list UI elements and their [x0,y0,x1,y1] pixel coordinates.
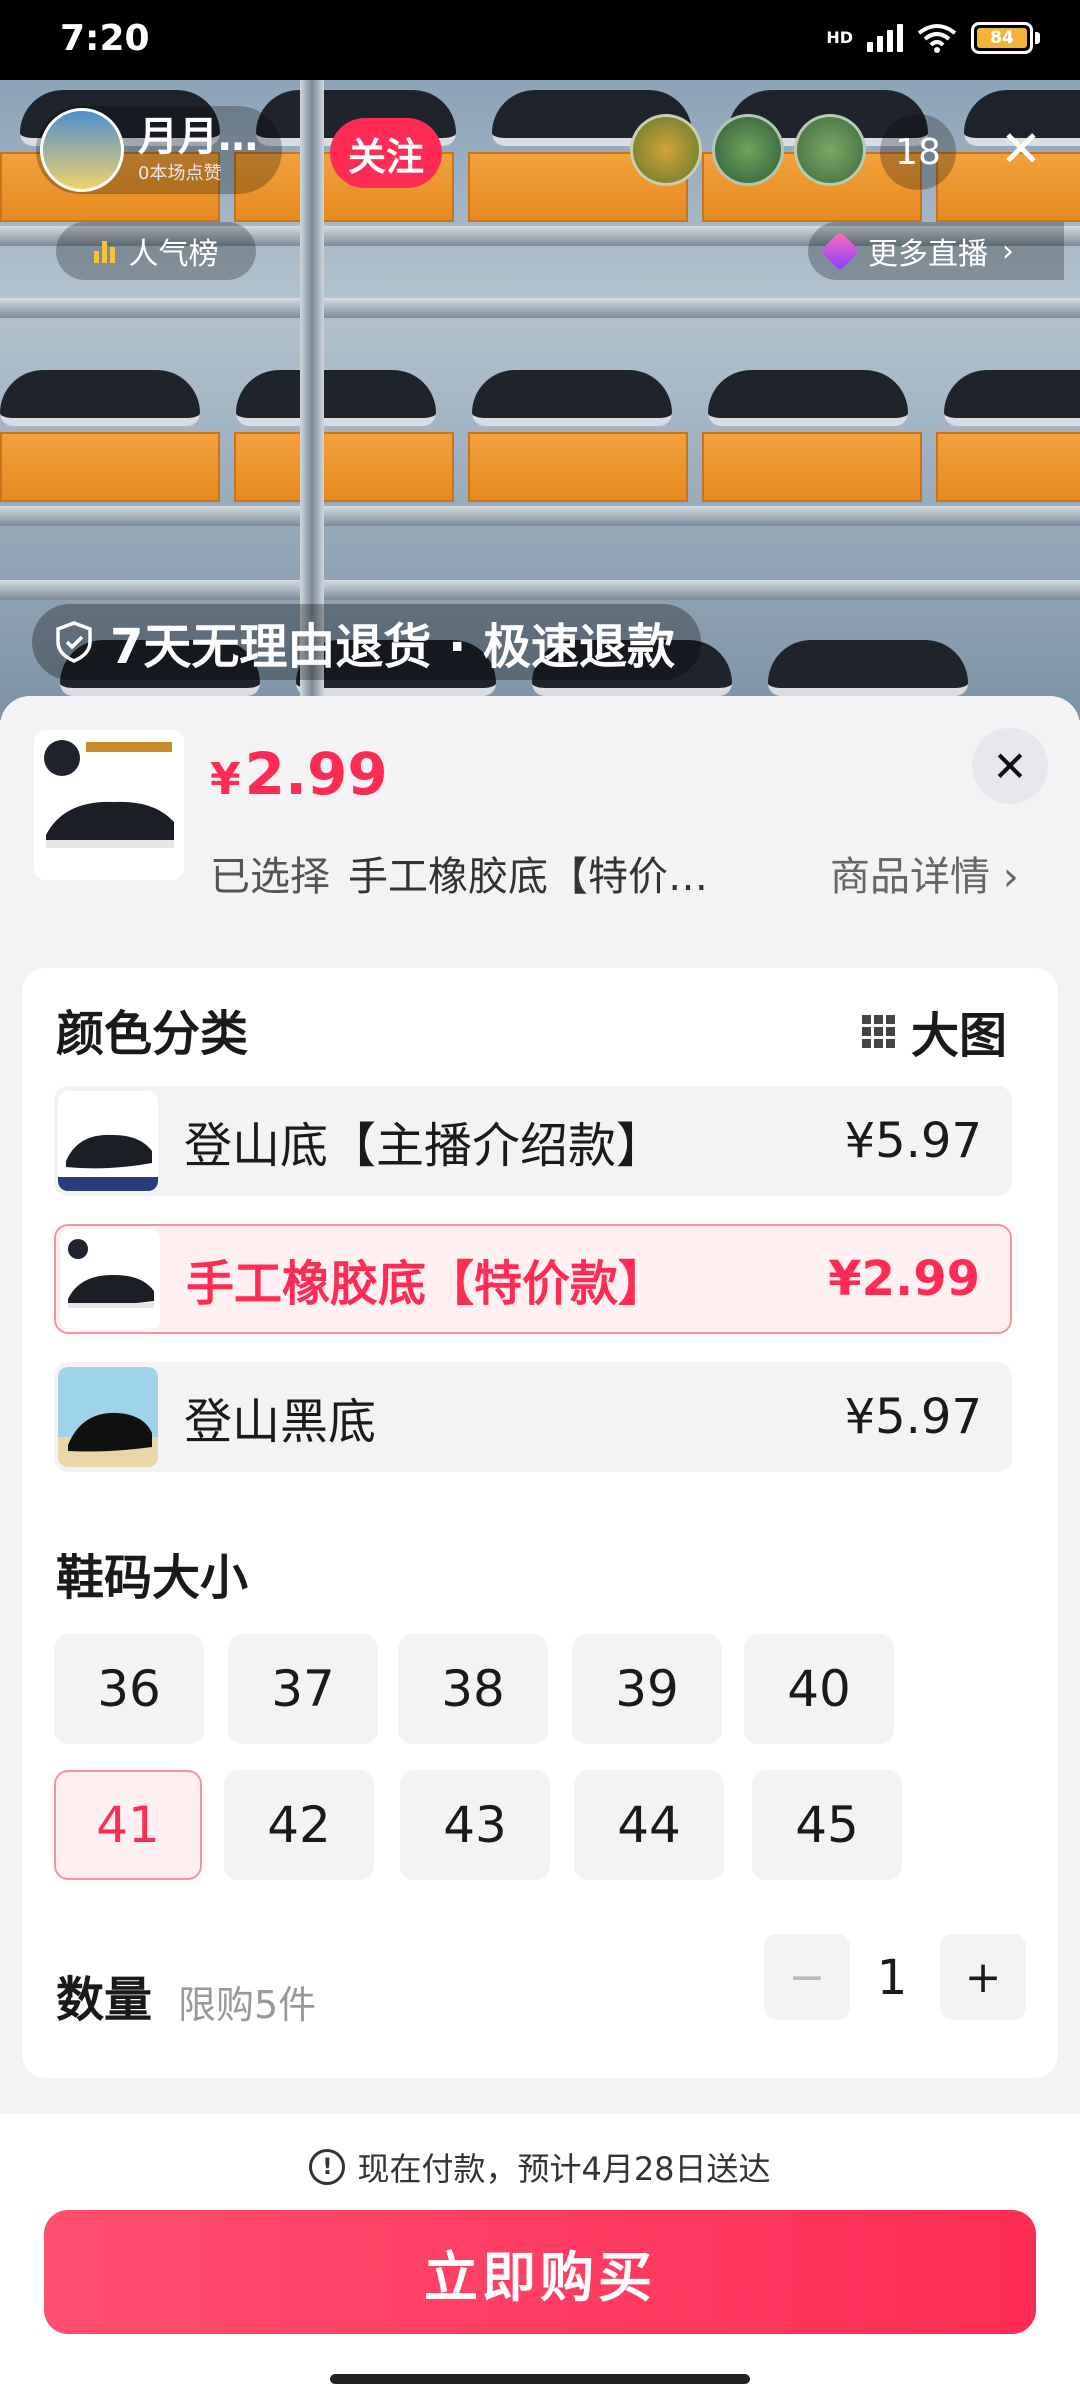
info-icon: ! [309,2149,346,2185]
quantity-decrease-button[interactable]: − [764,1934,850,2020]
option-name: 手工橡胶底【特价款】 [186,1256,667,1312]
size-section-title: 鞋码大小 [56,1550,249,1606]
option-price: ¥5.97 [844,1113,982,1169]
viewer-avatar[interactable] [630,114,702,186]
detail-label: 商品详情 [830,854,990,900]
shield-check-icon [52,619,96,665]
currency-symbol: ¥ [210,754,241,805]
quantity-value[interactable]: 1 [862,1950,922,2006]
clock: 7:20 [60,18,150,59]
big-picture-toggle[interactable]: 大图 [862,996,1007,1066]
gem-icon [820,231,860,271]
size-option-39[interactable]: 39 [572,1634,722,1744]
selected-summary: 已选择 手工橡胶底【特价… [210,844,708,902]
chart-icon [93,239,115,263]
size-option-44[interactable]: 44 [574,1770,724,1880]
grid-icon [862,1014,895,1048]
size-option-45[interactable]: 45 [752,1770,902,1880]
viewer-avatar[interactable] [712,114,784,186]
home-indicator[interactable] [330,2374,750,2384]
hd-indicator: HD [826,28,853,47]
viewer-count[interactable]: 18 [880,114,956,190]
viewer-avatar[interactable] [794,114,866,186]
status-icons: HD 84 [826,22,1040,54]
popularity-rank-button[interactable]: 人气榜 [56,222,256,280]
size-option-36[interactable]: 36 [54,1634,204,1744]
option-name: 登山底【主播介绍款】 [184,1118,665,1174]
options-card: 颜色分类 大图 登山底【主播介绍款】 ¥5.97 手工橡胶底【特价款】 ¥2.9… [22,968,1058,2078]
color-section-title: 颜色分类 [56,1006,249,1062]
color-option-selected[interactable]: 手工橡胶底【特价款】 ¥2.99 [54,1224,1012,1334]
host-likes: 0本场点赞 [138,163,222,184]
follow-button[interactable]: 关注 [330,118,442,188]
purchase-limit: 限购5件 [178,1983,317,2027]
wifi-icon [917,24,957,53]
quantity-increase-button[interactable]: + [940,1934,1026,2020]
chevron-right-icon: › [1002,233,1014,269]
option-thumbnail [58,1367,158,1467]
close-live-icon[interactable]: ✕ [990,118,1052,180]
host-info[interactable]: 月月… 0本场点赞 [36,106,282,194]
purchase-footer: ! 现在付款，预计4月28日送达 立即购买 [0,2114,1080,2400]
rank-label: 人气榜 [128,237,219,272]
buy-now-button[interactable]: 立即购买 [44,2210,1036,2334]
option-price: ¥2.99 [828,1251,980,1307]
price-value: 2.99 [244,740,388,808]
color-option[interactable]: 登山黑底 ¥5.97 [54,1362,1012,1472]
big-picture-label: 大图 [911,1008,1008,1064]
option-name: 登山黑底 [184,1394,377,1450]
selected-value: 手工橡胶底【特价… [348,854,708,900]
delivery-notice-text: 现在付款，预计4月28日送达 [357,2150,771,2188]
return-policy-text: 7天无理由退货 · 极速退款 [110,619,676,675]
signal-icon [867,24,903,52]
status-bar: 7:20 HD 84 [0,0,1080,80]
product-price: ¥2.99 [210,740,388,808]
close-sheet-button[interactable]: ✕ [972,728,1048,804]
battery-icon: 84 [971,22,1040,54]
size-option-38[interactable]: 38 [398,1634,548,1744]
quantity-label: 数量 [56,1972,153,2028]
product-detail-link[interactable]: 商品详情 › [830,844,1019,902]
product-thumbnail[interactable] [34,730,184,880]
chevron-right-icon: › [990,854,1019,900]
return-policy-banner: 7天无理由退货 · 极速退款 [32,604,702,680]
more-live-button[interactable]: 更多直播 › [808,222,1064,280]
option-thumbnail [60,1229,160,1329]
host-name: 月月… [138,114,258,160]
selected-label: 已选择 [210,854,330,900]
viewer-avatars[interactable] [630,114,866,186]
delivery-notice: ! 现在付款，预计4月28日送达 [0,2144,1080,2190]
battery-level: 84 [977,28,1027,48]
color-option[interactable]: 登山底【主播介绍款】 ¥5.97 [54,1086,1012,1196]
more-live-label: 更多直播 [868,237,988,272]
size-option-41-selected[interactable]: 41 [54,1770,202,1880]
size-option-37[interactable]: 37 [228,1634,378,1744]
size-option-42[interactable]: 42 [224,1770,374,1880]
option-thumbnail [58,1091,158,1191]
host-avatar[interactable] [40,108,124,192]
size-option-40[interactable]: 40 [744,1634,894,1744]
option-price: ¥5.97 [844,1389,982,1445]
size-option-43[interactable]: 43 [400,1770,550,1880]
